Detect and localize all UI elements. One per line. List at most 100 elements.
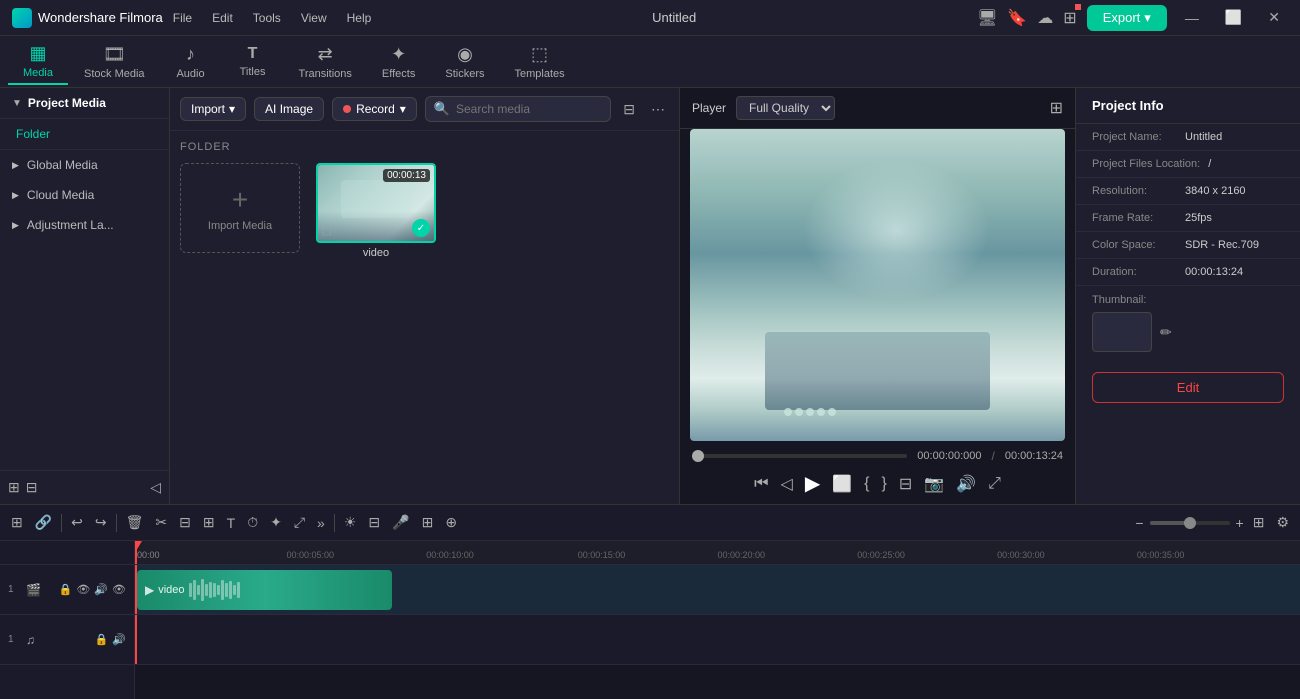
- collapse-panel-icon[interactable]: ◁: [150, 479, 161, 496]
- video-clip[interactable]: ▶ video: [137, 570, 392, 610]
- stabilize-icon[interactable]: ⊟: [365, 511, 383, 534]
- mic-icon[interactable]: 🎤: [389, 511, 412, 534]
- resolution-label: Resolution:: [1092, 185, 1177, 197]
- bookmark-icon[interactable]: 🔖: [1007, 8, 1027, 28]
- video-track-visible-icon[interactable]: 👁: [112, 583, 126, 596]
- link-tracks-icon[interactable]: 🔗: [32, 511, 55, 534]
- cut-icon[interactable]: ✂: [152, 511, 170, 534]
- tab-transitions[interactable]: ⇄ Transitions: [285, 40, 366, 84]
- frame-backward-icon[interactable]: ◁: [781, 474, 793, 494]
- monitor-icon[interactable]: 🖥: [977, 8, 997, 28]
- volume-icon[interactable]: 🔊: [956, 474, 976, 494]
- tab-effects[interactable]: ✦ Effects: [368, 40, 429, 84]
- progress-slider[interactable]: [692, 454, 907, 458]
- crop-timeline-icon[interactable]: ⊟: [176, 511, 194, 534]
- cloud-media-item[interactable]: ▶ Cloud Media: [0, 180, 169, 210]
- quality-selector[interactable]: Full Quality: [736, 96, 835, 120]
- toolbar-separator-1: [61, 514, 62, 532]
- search-input[interactable]: [456, 102, 602, 116]
- move-icon[interactable]: ⤢: [291, 511, 308, 534]
- export-button[interactable]: Export ▾: [1087, 5, 1167, 31]
- audio-track-lock-icon[interactable]: 🔒: [95, 633, 109, 646]
- video-track-num: 1: [8, 584, 22, 595]
- tab-media[interactable]: ▦ Media: [8, 39, 68, 85]
- zoom-thumb[interactable]: [1184, 517, 1196, 529]
- text-icon[interactable]: T: [224, 512, 239, 534]
- snapshot-icon[interactable]: 📷: [924, 474, 944, 494]
- toolbar-separator-3: [334, 514, 335, 532]
- audio-track-icon[interactable]: ⊞: [419, 511, 437, 534]
- video-track-mute-icon[interactable]: 👁: [76, 583, 90, 596]
- more-options-icon[interactable]: ⋯: [647, 97, 669, 122]
- mark-out-icon[interactable]: }: [881, 475, 886, 493]
- close-button[interactable]: ✕: [1260, 7, 1288, 28]
- menu-file[interactable]: File: [173, 11, 192, 25]
- ai-image-button[interactable]: AI Image: [254, 97, 324, 121]
- import-button[interactable]: Import ▾: [180, 97, 246, 121]
- search-box[interactable]: 🔍: [425, 96, 611, 122]
- mark-in-icon[interactable]: {: [864, 475, 869, 493]
- menu-help[interactable]: Help: [347, 11, 372, 25]
- stop-icon[interactable]: ⬜: [832, 474, 852, 494]
- titles-tab-icon: T: [248, 45, 258, 63]
- upload-icon[interactable]: ☁: [1037, 8, 1053, 28]
- panel-collapse-icon[interactable]: ▼: [12, 98, 22, 109]
- progress-thumb[interactable]: [692, 450, 704, 462]
- audio-track-mute-icon[interactable]: 🔊: [112, 633, 126, 646]
- redo-icon[interactable]: ↪: [92, 511, 110, 534]
- audio-track-area[interactable]: [135, 615, 1300, 665]
- minimize-button[interactable]: —: [1177, 8, 1207, 28]
- timeline-ruler: 00:00 00:00:05:00 00:00:10:00 00:00:15:0…: [135, 541, 1300, 565]
- maximize-button[interactable]: ⬜: [1217, 7, 1250, 28]
- speed-icon[interactable]: ☀: [341, 511, 360, 534]
- preview-controls: 00:00:00:000 / 00:00:13:24 ⏮ ◁ ▶ ⬜ { } ⊟…: [680, 441, 1075, 504]
- settings-icon[interactable]: ⚙: [1273, 511, 1292, 534]
- total-time-label: 00:00:13:24: [1005, 450, 1063, 462]
- crop-icon[interactable]: ⊟: [899, 474, 912, 494]
- timer-icon[interactable]: ⏱: [244, 511, 261, 534]
- global-media-label: Global Media: [27, 158, 98, 172]
- folder-item[interactable]: Folder: [0, 119, 169, 150]
- record-button[interactable]: Record ▾: [332, 97, 417, 121]
- zoom-in-icon[interactable]: +: [1236, 515, 1244, 531]
- delete-icon[interactable]: 🗑: [123, 511, 147, 534]
- frame-rate-value: 25fps: [1185, 212, 1212, 224]
- menu-tools[interactable]: Tools: [253, 11, 281, 25]
- layout-icon[interactable]: ⊞: [1250, 511, 1268, 534]
- media-content: FOLDER + Import Media: [170, 131, 679, 504]
- tab-templates[interactable]: ⬚ Templates: [500, 40, 578, 84]
- timeline-playhead[interactable]: [135, 541, 137, 564]
- menu-view[interactable]: View: [301, 11, 327, 25]
- import-media-placeholder[interactable]: + Import Media: [180, 163, 300, 253]
- video-track-lock-icon[interactable]: 🔒: [59, 583, 73, 596]
- adjustment-layer-item[interactable]: ▶ Adjustment La...: [0, 210, 169, 240]
- add-folder-icon[interactable]: ⊞: [8, 479, 20, 496]
- global-media-item[interactable]: ▶ Global Media: [0, 150, 169, 180]
- tab-stickers[interactable]: ◉ Stickers: [431, 40, 498, 84]
- video-track-hide-icon[interactable]: 🔊: [94, 583, 108, 596]
- fullscreen-ctrl-icon[interactable]: ⤢: [988, 475, 1001, 493]
- magnet-icon[interactable]: ⊕: [442, 511, 460, 534]
- media-item-video[interactable]: 00:00:13 ✓ ⬚ video: [316, 163, 436, 259]
- effects-timeline-icon[interactable]: ✦: [267, 511, 285, 534]
- step-backward-icon[interactable]: ⏮: [754, 475, 768, 493]
- remove-folder-icon[interactable]: ⊟: [26, 479, 38, 496]
- add-track-icon[interactable]: ⊞: [8, 511, 26, 534]
- tab-titles[interactable]: T Titles: [223, 41, 283, 82]
- filter-icon[interactable]: ⊟: [619, 97, 639, 122]
- apps-icon[interactable]: ⊞: [1063, 8, 1076, 28]
- more-tools-icon[interactable]: »: [314, 512, 328, 534]
- undo-icon[interactable]: ↩: [68, 511, 86, 534]
- thumbnail-edit-icon[interactable]: ✏: [1160, 324, 1172, 341]
- tab-stock-media[interactable]: 🎞 Stock Media: [70, 40, 159, 84]
- timeline-area: ⊞ 🔗 ↩ ↪ 🗑 ✂ ⊟ ⊞ T ⏱ ✦ ⤢ » ☀ ⊟ 🎤 ⊞ ⊕ − + …: [0, 504, 1300, 699]
- tab-audio[interactable]: ♪ Audio: [161, 40, 221, 84]
- video-track-area[interactable]: ▶ video: [135, 565, 1300, 615]
- zoom-slider[interactable]: [1150, 521, 1230, 525]
- fullscreen-icon[interactable]: ⊞: [1050, 98, 1063, 118]
- zoom-out-icon[interactable]: −: [1135, 515, 1143, 531]
- split-icon[interactable]: ⊞: [200, 511, 218, 534]
- menu-edit[interactable]: Edit: [212, 11, 233, 25]
- edit-button[interactable]: Edit: [1092, 372, 1284, 403]
- play-button[interactable]: ▶: [805, 471, 820, 496]
